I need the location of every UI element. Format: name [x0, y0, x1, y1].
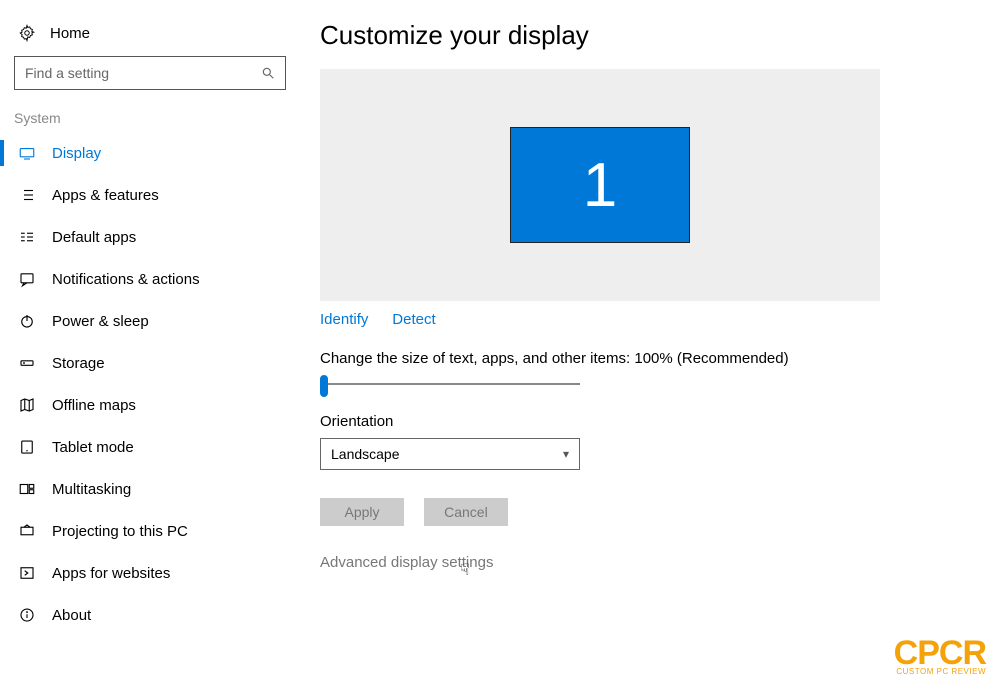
- identify-link[interactable]: Identify: [320, 311, 368, 328]
- sidebar-item-display[interactable]: Display: [10, 132, 290, 174]
- button-row: Apply Cancel: [320, 498, 970, 526]
- chevron-down-icon: ▾: [563, 447, 569, 461]
- monitor-number: 1: [583, 150, 617, 221]
- display-preview-area[interactable]: 1: [320, 69, 880, 301]
- advanced-display-link[interactable]: Advanced display settings ☟: [320, 554, 493, 571]
- cursor-hand-icon: ☟: [460, 560, 470, 580]
- tablet-icon: [18, 438, 36, 456]
- map-icon: [18, 396, 36, 414]
- list-icon: [18, 186, 36, 204]
- info-icon: [18, 606, 36, 624]
- search-placeholder: Find a setting: [25, 65, 109, 81]
- nav-label: Offline maps: [52, 397, 136, 414]
- display-links-row: Identify Detect: [320, 311, 970, 328]
- nav-label: About: [52, 607, 91, 624]
- sidebar-item-multitasking[interactable]: Multitasking: [10, 468, 290, 510]
- nav-label: Notifications & actions: [52, 271, 200, 288]
- nav-label: Tablet mode: [52, 439, 134, 456]
- sidebar-item-about[interactable]: About: [10, 594, 290, 636]
- nav-label: Power & sleep: [52, 313, 149, 330]
- slider-track: [326, 383, 580, 385]
- slider-thumb[interactable]: [320, 375, 328, 397]
- sidebar-item-offline-maps[interactable]: Offline maps: [10, 384, 290, 426]
- storage-icon: [18, 354, 36, 372]
- main-content: Customize your display 1 Identify Detect…: [300, 0, 1000, 692]
- orientation-label: Orientation: [320, 413, 970, 430]
- sidebar-item-apps-websites[interactable]: Apps for websites: [10, 552, 290, 594]
- nav-label: Default apps: [52, 229, 136, 246]
- default-apps-icon: [18, 228, 36, 246]
- nav-label: Projecting to this PC: [52, 523, 188, 540]
- nav-label: Display: [52, 145, 101, 162]
- page-title: Customize your display: [320, 20, 970, 51]
- section-label: System: [10, 100, 290, 132]
- scale-label: Change the size of text, apps, and other…: [320, 350, 970, 367]
- orientation-select[interactable]: Landscape ▾: [320, 438, 580, 470]
- multitask-icon: [18, 480, 36, 498]
- apply-button[interactable]: Apply: [320, 498, 404, 526]
- home-label: Home: [50, 25, 90, 42]
- gear-icon: [18, 24, 36, 42]
- nav-label: Apps & features: [52, 187, 159, 204]
- cancel-button[interactable]: Cancel: [424, 498, 508, 526]
- nav-label: Storage: [52, 355, 105, 372]
- sidebar-item-apps-features[interactable]: Apps & features: [10, 174, 290, 216]
- watermark-logo: CPCR CUSTOM PC REVIEW: [894, 636, 986, 676]
- nav-label: Apps for websites: [52, 565, 170, 582]
- sidebar-item-default-apps[interactable]: Default apps: [10, 216, 290, 258]
- display-icon: [18, 144, 36, 162]
- home-row[interactable]: Home: [10, 18, 290, 56]
- power-icon: [18, 312, 36, 330]
- settings-sidebar: Home Find a setting System Display Apps …: [0, 0, 300, 692]
- sidebar-item-notifications[interactable]: Notifications & actions: [10, 258, 290, 300]
- sidebar-item-tablet-mode[interactable]: Tablet mode: [10, 426, 290, 468]
- watermark-tagline: CUSTOM PC REVIEW: [894, 668, 986, 676]
- notification-icon: [18, 270, 36, 288]
- orientation-value: Landscape: [331, 446, 400, 462]
- sidebar-item-projecting[interactable]: Projecting to this PC: [10, 510, 290, 552]
- monitor-tile-1[interactable]: 1: [510, 127, 690, 243]
- nav-label: Multitasking: [52, 481, 131, 498]
- detect-link[interactable]: Detect: [392, 311, 435, 328]
- search-icon: [261, 66, 275, 80]
- sidebar-item-power-sleep[interactable]: Power & sleep: [10, 300, 290, 342]
- sidebar-item-storage[interactable]: Storage: [10, 342, 290, 384]
- project-icon: [18, 522, 36, 540]
- scale-slider[interactable]: [320, 377, 580, 391]
- search-input[interactable]: Find a setting: [14, 56, 286, 90]
- apps-web-icon: [18, 564, 36, 582]
